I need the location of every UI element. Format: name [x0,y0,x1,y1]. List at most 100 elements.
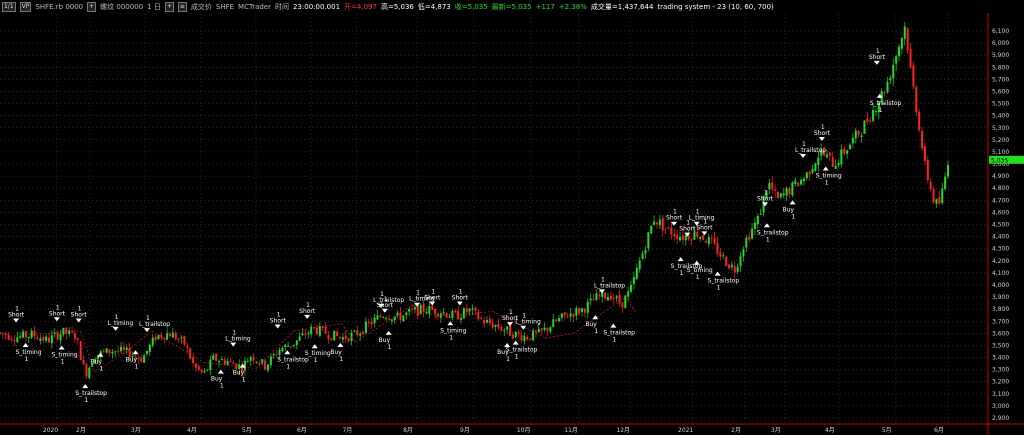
signal-count: 1 [416,290,420,297]
candle-body [857,130,860,135]
candle-body [485,319,488,323]
candle-body [523,336,526,342]
candle-body [281,347,284,352]
signal-label: L_timing [108,320,134,327]
candle-body [307,332,310,335]
signal-count: 1 [876,48,880,55]
signal-count: 1 [286,363,290,370]
y-tick-label: 4,500 [992,222,1009,229]
candle-body [0,332,1,334]
candle-body [898,46,901,57]
candle-body [566,316,569,318]
candle-body [143,355,146,363]
signal-label: Buy [497,349,509,356]
x-tick-label: 5月 [242,427,252,434]
candle-body [903,26,906,39]
y-tick-label: 5,600 [992,88,1009,95]
candle-body [171,332,174,338]
candle-body [552,319,555,328]
candle-body [526,336,529,340]
candle-body [676,235,679,239]
candle-body [122,346,125,350]
candle-body [794,180,797,184]
candle-body [284,344,287,348]
candle-body [837,163,840,166]
signal-count: 1 [99,366,103,373]
candle-body [681,235,684,241]
candle-body [468,308,471,312]
candle-body [851,137,854,144]
candle-body [621,302,624,308]
candle-body [117,350,120,352]
candle-body [947,165,949,177]
candle-body [900,38,903,49]
candle-body [892,64,895,79]
candle-body [192,357,195,363]
candle-body [811,168,814,173]
signal-label: S_timing [16,349,42,356]
candle-body [448,316,451,318]
y-tick-label: 4,200 [992,258,1009,265]
signal-count: 1 [56,304,60,311]
candle-body [108,349,111,354]
x-tick-label: 8月 [403,427,413,434]
signal-label: Short [452,295,469,302]
candle-body [24,331,27,338]
candle-body [4,333,7,336]
price-chart[interactable]: 6,100 6,000 5,900 5,800 5,700 5,600 5,500 5,400… [0,0,1024,435]
candle-body [503,330,506,332]
y-tick-label: 5,300 [992,125,1009,132]
signal-label: S_timing [816,172,842,179]
candle-body [76,338,79,341]
candle-body [707,237,710,244]
candle-body [13,340,16,342]
signal-label: S_trailstop [870,100,902,107]
signal-label: Short [71,311,88,318]
candle-body [148,344,151,352]
candle-body [65,327,68,334]
candle-body [906,28,909,51]
signal-label: Short [8,311,25,318]
x-tick-label: 2020 [43,427,58,434]
candle-body [252,356,255,361]
signal-label: S_trailstop [506,347,538,354]
candle-body [209,359,212,370]
y-tick-label: 5,400 [992,113,1009,120]
signal-label: Buy [330,349,342,356]
candle-body [408,309,411,312]
candle-body [494,325,497,327]
x-tick-label: 4月 [187,427,197,434]
candle-body [102,350,105,352]
candle-body [145,350,148,354]
signal-count: 1 [612,337,616,344]
candle-body [889,77,892,81]
candle-body [673,234,676,237]
candle-body [814,163,817,171]
candle-body [373,317,376,324]
candle-body [491,323,494,328]
signal-count: 1 [388,344,392,351]
candle-body [776,191,779,198]
candle-body [10,338,13,340]
candle-body [460,317,463,320]
signal-label: S_timing [305,350,331,357]
candle-body [558,318,561,322]
candle-body [869,120,872,122]
candle-body [716,242,719,255]
candle-body [353,330,356,332]
candle-body [647,232,650,249]
candle-body [549,327,552,332]
candle-body [370,322,373,325]
candle-body [696,232,699,238]
candle-body [609,295,612,300]
candle-body [653,221,656,225]
candle-body [710,238,713,240]
y-tick-label: 5,100 [992,149,1009,156]
candle-body [595,293,598,301]
candle-body [497,323,500,328]
candle-body [212,355,215,360]
candle-body [546,327,549,331]
candle-body [22,331,25,338]
candle-body [658,219,661,226]
candle-body [641,253,644,260]
